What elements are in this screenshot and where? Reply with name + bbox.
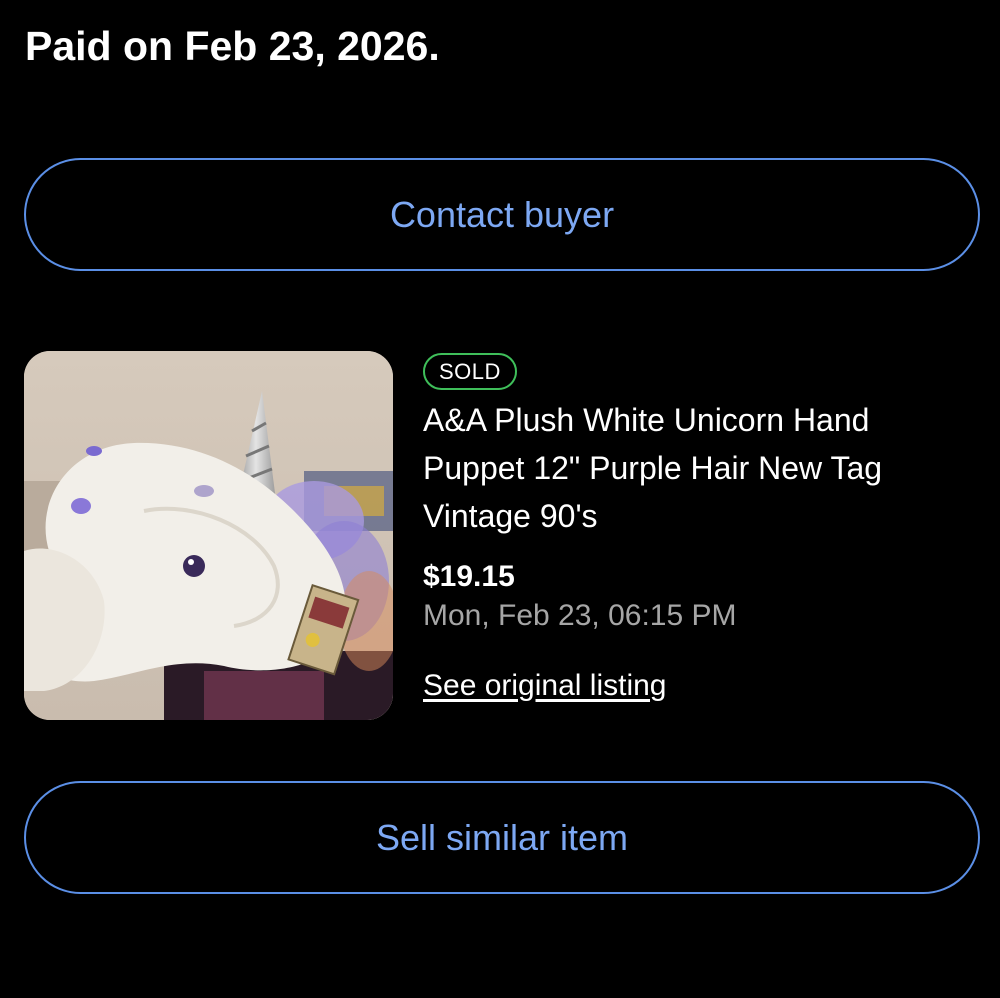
item-thumbnail[interactable] (24, 351, 393, 720)
item-price: $19.15 (423, 560, 515, 593)
unicorn-puppet-image (24, 351, 393, 720)
sold-date: Mon, Feb 23, 06:15 PM (423, 599, 737, 632)
paid-status-heading: Paid on Feb 23, 2026. (25, 23, 440, 69)
item-details: SOLD A&A Plush White Unicorn Hand Puppet… (423, 351, 983, 704)
sell-similar-item-button[interactable]: Sell similar item (24, 781, 980, 894)
item-title[interactable]: A&A Plush White Unicorn Hand Puppet 12" … (423, 396, 943, 540)
sold-status-badge: SOLD (423, 353, 517, 390)
sold-item-card: SOLD A&A Plush White Unicorn Hand Puppet… (24, 351, 980, 721)
see-original-listing-link[interactable]: See original listing (423, 668, 666, 704)
contact-buyer-button[interactable]: Contact buyer (24, 158, 980, 271)
